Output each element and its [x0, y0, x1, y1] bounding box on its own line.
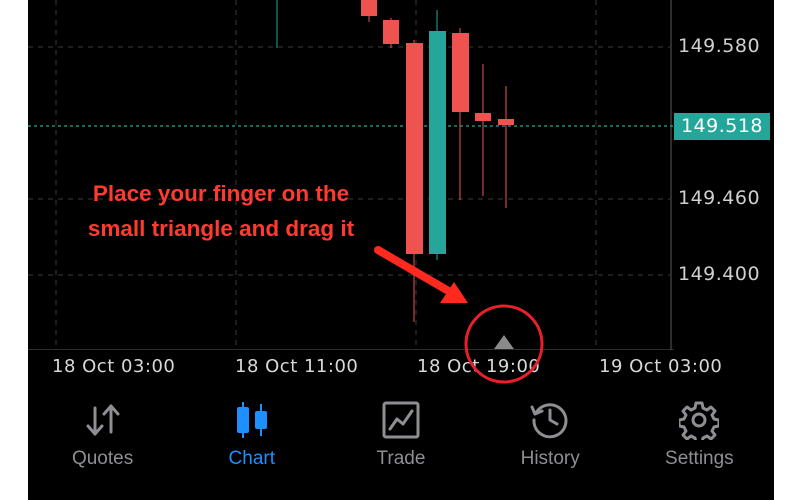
chart-grid	[28, 0, 670, 350]
annotation-line: small triangle and drag it	[87, 216, 355, 241]
candle	[498, 86, 514, 208]
bottom-tab-bar: Quotes Chart Trade History Settings	[28, 386, 774, 500]
history-clock-icon	[528, 398, 572, 442]
candle	[406, 40, 423, 322]
gear-icon	[677, 398, 721, 442]
price-label: 149.400	[678, 263, 761, 285]
time-label: 18 Oct 03:00	[52, 356, 176, 377]
price-label: 149.460	[678, 187, 761, 209]
tab-settings[interactable]: Settings	[625, 386, 774, 500]
candle	[383, 18, 399, 48]
chart-canvas	[28, 0, 674, 350]
candle	[429, 10, 446, 260]
tab-label: History	[520, 448, 580, 469]
time-label: 18 Oct 19:00	[417, 356, 541, 377]
tab-label: Settings	[665, 448, 734, 469]
price-chart[interactable]: 149.580 149.518 149.460 149.400 Place yo…	[28, 0, 774, 350]
tab-history[interactable]: History	[476, 386, 625, 500]
tab-label: Quotes	[71, 448, 134, 469]
tab-chart[interactable]: Chart	[177, 386, 326, 500]
tab-label: Trade	[376, 448, 426, 469]
tab-trade[interactable]: Trade	[326, 386, 475, 500]
annotation-line: Place your finger on the	[92, 181, 350, 206]
time-label: 18 Oct 11:00	[235, 356, 359, 377]
price-label: 149.580	[678, 35, 761, 57]
quotes-arrows-icon	[81, 398, 125, 442]
trade-chart-icon	[379, 398, 423, 442]
instruction-annotation: Place your finger on the small triangle …	[48, 176, 394, 246]
tab-quotes[interactable]: Quotes	[28, 386, 177, 500]
tab-label: Chart	[228, 448, 276, 469]
candlestick-icon	[230, 398, 274, 442]
candle	[361, 0, 377, 22]
phone-screen: 149.580 149.518 149.460 149.400 Place yo…	[28, 0, 774, 500]
candle	[452, 28, 469, 200]
current-price-badge: 149.518	[674, 113, 770, 140]
time-label: 19 Oct 03:00	[599, 356, 723, 377]
drag-triangle-handle[interactable]	[494, 335, 514, 349]
candle	[475, 64, 491, 196]
